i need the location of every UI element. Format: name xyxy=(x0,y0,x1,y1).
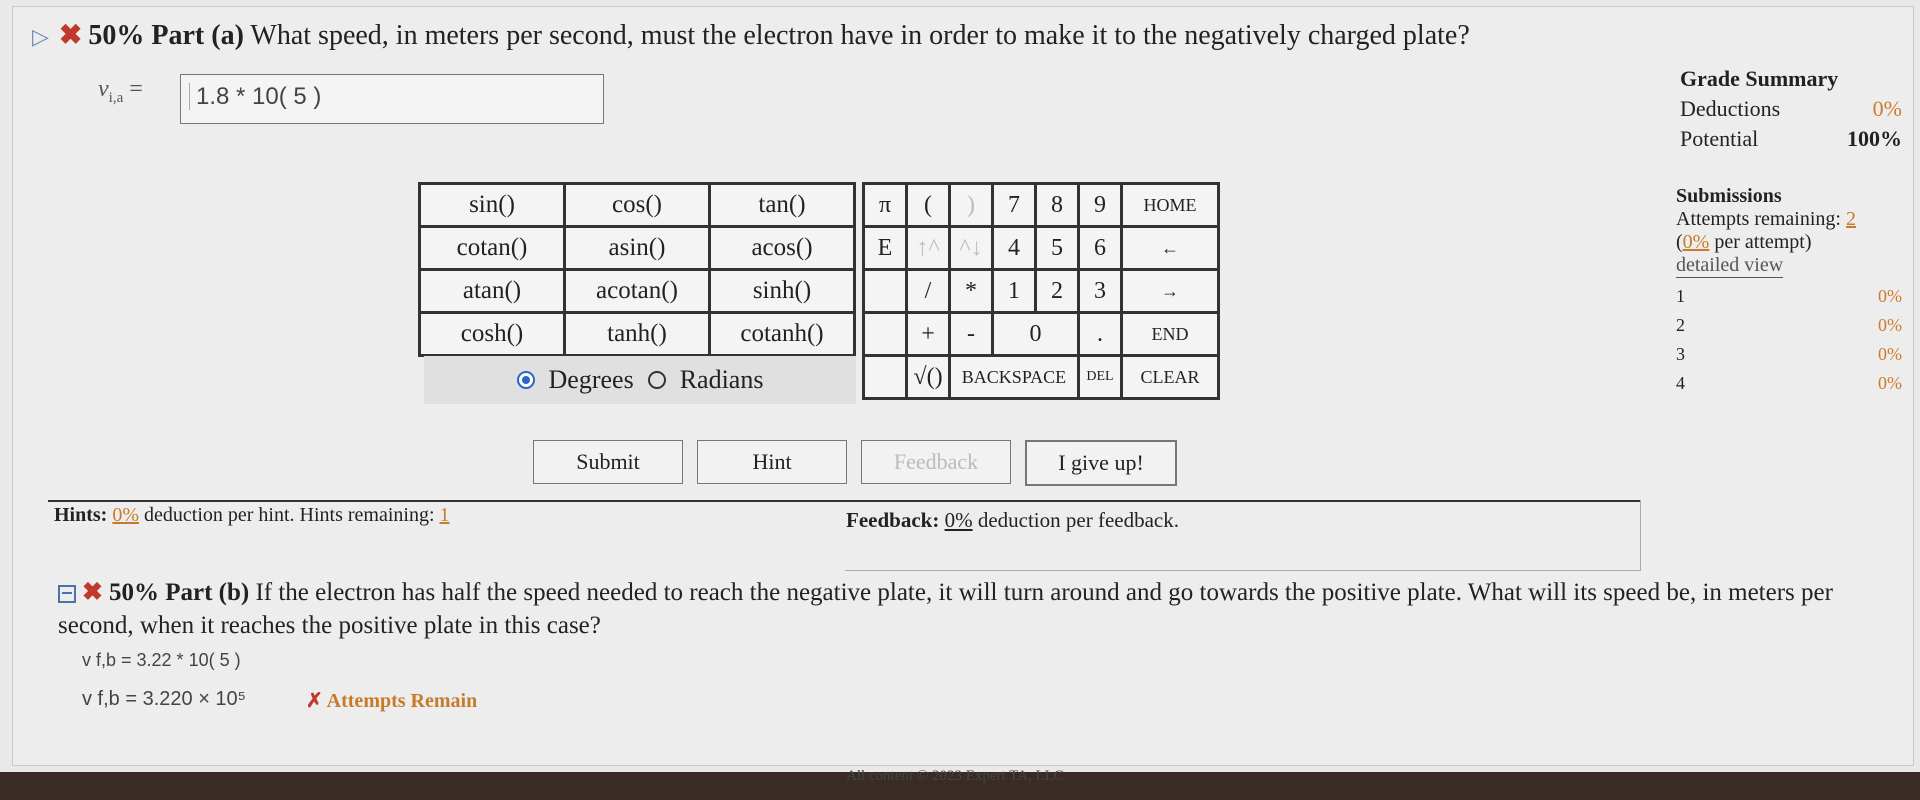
submissions-panel: Submissions Attempts remaining: 2 (0% pe… xyxy=(1676,185,1902,393)
key-7[interactable]: 7 xyxy=(991,182,1037,228)
potential-value: 100% xyxy=(1847,126,1902,151)
incorrect-x-icon: ✖ xyxy=(58,20,83,51)
angle-mode-selector: Degrees Radians xyxy=(424,356,856,404)
give-up-button[interactable]: I give up! xyxy=(1025,440,1177,486)
sqrt-key[interactable]: √() xyxy=(905,354,951,400)
feedback-info: Feedback: 0% deduction per feedback. xyxy=(846,508,1179,532)
attempt-row: 4 0% xyxy=(1676,373,1902,393)
key-6[interactable]: 6 xyxy=(1077,225,1123,271)
radians-label: Radians xyxy=(679,365,764,394)
expand-triangle-icon[interactable]: ▷ xyxy=(32,24,49,49)
func-key[interactable]: asin() xyxy=(563,225,711,271)
answer-value: 1.8 * 10( 5 ) xyxy=(189,83,322,110)
action-buttons: Submit Hint Feedback I give up! xyxy=(533,440,1177,486)
part-b-question: ✖ 50% Part (b) If the electron has half t… xyxy=(58,577,1888,642)
dot-key[interactable]: . xyxy=(1077,311,1123,357)
key-8[interactable]: 8 xyxy=(1034,182,1080,228)
attempts-remaining: 2 xyxy=(1845,208,1856,230)
star-key[interactable]: * xyxy=(948,268,994,314)
part-a-percent: 50% Part (a) xyxy=(88,20,244,51)
attempts-remain-status: ✗ Attempts Remain xyxy=(306,690,478,712)
blank-key xyxy=(862,311,908,357)
func-key[interactable]: atan() xyxy=(418,268,566,314)
down-key[interactable]: ^↓ xyxy=(948,225,994,271)
hints-remaining: 1 xyxy=(439,504,450,526)
right-arrow-key[interactable]: → xyxy=(1120,268,1220,314)
feedback-button[interactable]: Feedback xyxy=(861,440,1011,484)
del-key[interactable]: DEL xyxy=(1077,354,1123,400)
deductions-value: 0% xyxy=(1872,96,1902,121)
blank-key xyxy=(862,268,908,314)
func-key[interactable]: cotan() xyxy=(418,225,566,271)
key-1[interactable]: 1 xyxy=(991,268,1037,314)
answer-input[interactable]: 1.8 * 10( 5 ) xyxy=(180,74,604,124)
key-5[interactable]: 5 xyxy=(1034,225,1080,271)
func-key[interactable]: acos() xyxy=(708,225,856,271)
hint-button[interactable]: Hint xyxy=(697,440,847,484)
part-b-text: If the electron has half the speed neede… xyxy=(58,579,1833,639)
func-key[interactable]: sinh() xyxy=(708,268,856,314)
home-key[interactable]: HOME xyxy=(1120,182,1220,228)
number-keypad: π ( ) 7 8 9 HOME E ↑^ ^↓ 4 5 6 ← / * 1 2… xyxy=(862,182,1220,400)
attempt-row: 1 0% xyxy=(1676,286,1902,306)
function-keypad: sin() cos() tan() cotan() asin() acos() atan… xyxy=(418,182,856,357)
submit-button[interactable]: Submit xyxy=(533,440,683,484)
blank-key xyxy=(862,354,908,400)
degrees-radio[interactable] xyxy=(516,371,535,389)
key-3[interactable]: 3 xyxy=(1077,268,1123,314)
func-key[interactable]: tanh() xyxy=(563,311,711,357)
part-a-text: What speed, in meters per second, must t… xyxy=(250,20,1470,51)
func-key[interactable]: acotan() xyxy=(563,268,711,314)
minus-key[interactable]: - xyxy=(948,311,994,357)
up-key[interactable]: ↑^ xyxy=(905,225,951,271)
attempt-row: 2 0% xyxy=(1676,315,1902,335)
key-2[interactable]: 2 xyxy=(1034,268,1080,314)
clear-key[interactable]: CLEAR xyxy=(1120,354,1220,400)
slash-key[interactable]: / xyxy=(905,268,951,314)
key-4[interactable]: 4 xyxy=(991,225,1037,271)
key-9[interactable]: 9 xyxy=(1077,182,1123,228)
hints-info: Hints: 0% deduction per hint. Hints rema… xyxy=(54,504,450,526)
part-b-percent: 50% Part (b) xyxy=(108,579,250,606)
answer-variable: vi,a = xyxy=(98,76,143,106)
x-mark-icon: ✗ xyxy=(306,690,323,712)
degrees-label: Degrees xyxy=(548,365,634,394)
rparen-key[interactable]: ) xyxy=(948,182,994,228)
deductions-label: Deductions xyxy=(1680,96,1781,121)
backspace-key[interactable]: BACKSPACE xyxy=(948,354,1080,400)
func-key[interactable]: cos() xyxy=(563,182,711,228)
func-key[interactable]: tan() xyxy=(708,182,856,228)
grade-summary: Grade Summary Deductions 0% Potential 100% xyxy=(1680,66,1902,152)
attempt-row: 3 0% xyxy=(1676,344,1902,364)
radians-radio[interactable] xyxy=(647,371,666,389)
part-b-response-input: v f,b = 3.22 * 10( 5 ) xyxy=(82,650,241,670)
end-key[interactable]: END xyxy=(1120,311,1220,357)
copyright-footer: All content © 2023 Expert TA, LLC xyxy=(846,768,1064,784)
potential-label: Potential xyxy=(1680,126,1759,151)
lparen-key[interactable]: ( xyxy=(905,182,951,228)
e-key[interactable]: E xyxy=(862,225,908,271)
func-key[interactable]: cosh() xyxy=(418,311,566,357)
part-b-response-display: v f,b = 3.220 × 10⁵ xyxy=(82,688,246,710)
grade-summary-title: Grade Summary xyxy=(1680,66,1839,91)
pi-key[interactable]: π xyxy=(862,182,908,228)
collapse-icon[interactable] xyxy=(58,585,76,604)
plus-key[interactable]: + xyxy=(905,311,951,357)
func-key[interactable]: sin() xyxy=(418,182,566,228)
part-a-question: ▷ ✖ 50% Part (a) What speed, in meters per… xyxy=(32,18,1470,52)
key-0[interactable]: 0 xyxy=(991,311,1080,357)
left-arrow-key[interactable]: ← xyxy=(1120,225,1220,271)
submissions-title: Submissions xyxy=(1676,185,1782,207)
func-key[interactable]: cotanh() xyxy=(708,311,856,357)
incorrect-x-icon: ✖ xyxy=(82,579,103,606)
detailed-view-link[interactable]: detailed view xyxy=(1676,254,1784,278)
